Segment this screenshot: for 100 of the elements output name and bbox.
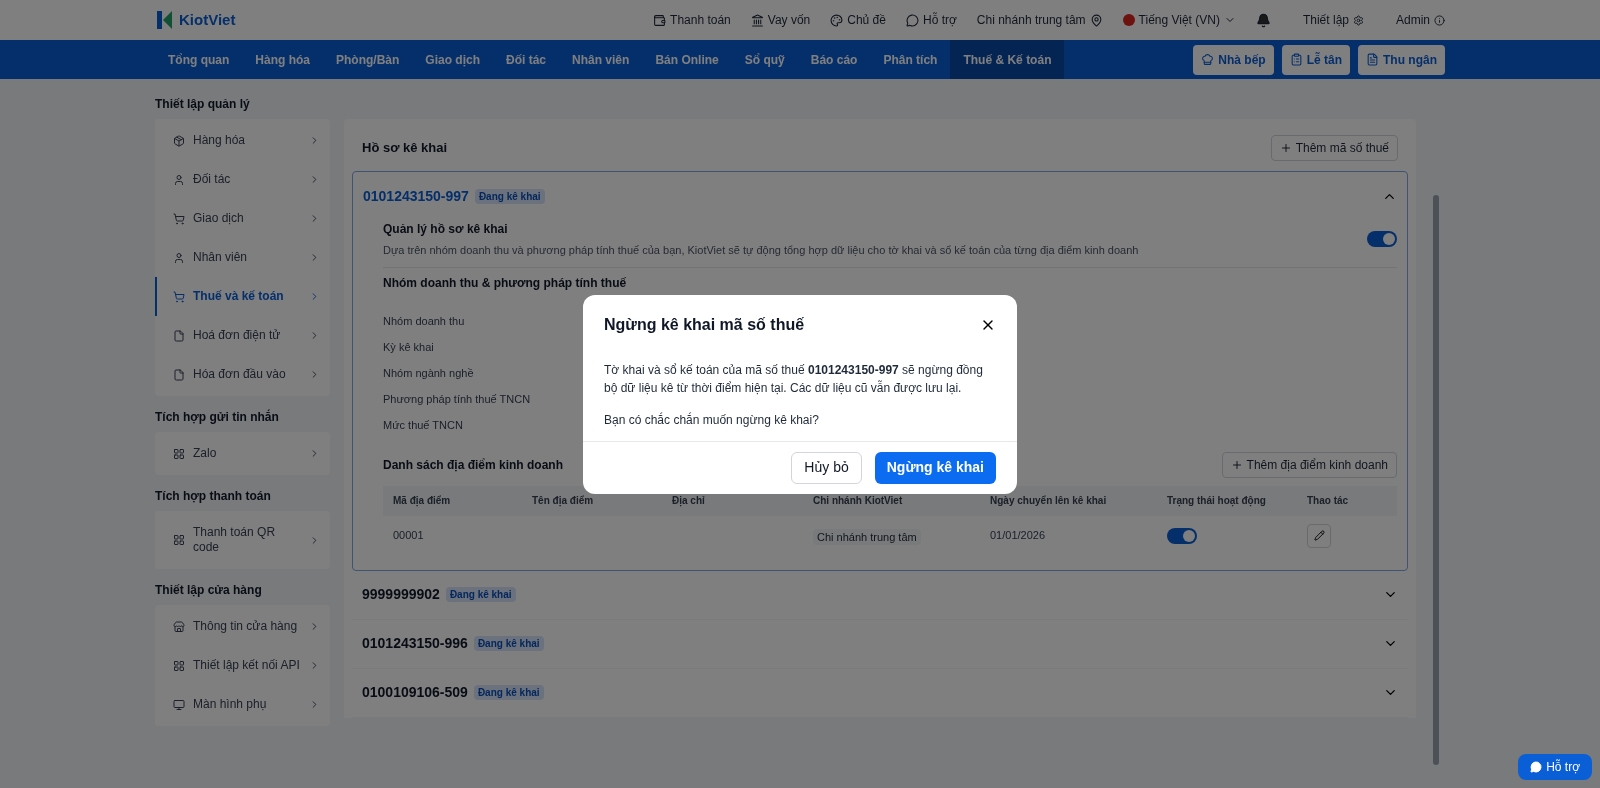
- column-header: Tên địa điểm: [532, 494, 595, 508]
- header-link[interactable]: Hỗ trợ: [905, 11, 957, 29]
- sidebar-item[interactable]: Thông tin cửa hàng: [155, 607, 330, 646]
- toggle-switch[interactable]: [1167, 527, 1197, 544]
- header-link[interactable]: Vay vốn: [750, 11, 811, 29]
- sidebar-item[interactable]: Đối tác: [155, 160, 330, 199]
- nav-tab[interactable]: Báo cáo: [797, 40, 871, 79]
- add-tax-button[interactable]: Thêm mã số thuế: [1270, 135, 1398, 161]
- file-icon: [173, 329, 185, 342]
- grid-icon: [173, 447, 185, 460]
- header-link[interactable]: Thanh toán: [653, 11, 731, 29]
- confirm-button[interactable]: Ngừng kê khai: [874, 451, 996, 484]
- sidebar-section-title: Thiết lập quản lý: [155, 96, 251, 113]
- nav-tab[interactable]: Sổ quỹ: [731, 40, 798, 79]
- dialog-question: Bạn có chắc chắn muốn ngừng kê khai?: [603, 411, 820, 429]
- document-icon: [1366, 53, 1379, 66]
- gear-icon: [1353, 14, 1364, 26]
- flag-icon: [1122, 14, 1135, 26]
- field-label: Phương pháp tính thuế TNCN: [383, 391, 531, 407]
- dialog-title: Ngừng kê khai mã số thuế: [604, 314, 805, 335]
- column-header: Địa chỉ: [672, 494, 706, 508]
- logo-icon: [155, 9, 175, 31]
- tax-code[interactable]: 0100109106-509: [362, 682, 468, 703]
- chat-icon: [905, 13, 919, 27]
- user-icon: [173, 173, 185, 186]
- nav-tab[interactable]: Đối tác: [493, 40, 560, 79]
- logo-text: KiotViet: [179, 9, 236, 30]
- sidebar-item[interactable]: Thiết lập kết nối API: [155, 646, 330, 685]
- status-tag: Đang kê khai: [445, 587, 516, 602]
- column-header: Mã địa điểm: [393, 494, 452, 508]
- branch-name[interactable]: Chi nhánh trung tâm: [976, 11, 1086, 29]
- clipboard-icon: [1289, 53, 1303, 66]
- column-header: Thao tác: [1307, 494, 1350, 508]
- sidebar-item[interactable]: Hóa đơn đầu vào: [155, 355, 330, 394]
- info-icon: [1434, 14, 1445, 26]
- section-title: Quản lý hồ sơ kê khai: [383, 221, 509, 238]
- cart-icon: [173, 290, 185, 303]
- edit-button[interactable]: [1307, 523, 1331, 548]
- box-icon: [173, 134, 185, 147]
- nav-tab[interactable]: Phòng/Bàn: [323, 40, 413, 79]
- field-label: Mức thuế TNCN: [383, 417, 463, 433]
- sidebar-section-title: Tích hợp gửi tin nhắn: [155, 408, 280, 426]
- nav-button[interactable]: Nhà bếp: [1193, 44, 1274, 75]
- sidebar-item[interactable]: Thuế và kế toán: [155, 277, 330, 316]
- help-button[interactable]: Hỗ trợ: [1518, 754, 1592, 780]
- sidebar-item[interactable]: Màn hình phụ: [155, 685, 330, 724]
- tax-code[interactable]: 0101243150-996: [362, 633, 468, 654]
- cart-icon: [173, 212, 185, 225]
- header-link[interactable]: Chủ đề: [830, 11, 886, 29]
- dialog-message: Tờ khai và sổ kế toán của mã số thuế 0101243150-997 sẽ ngừng đồng bộ dữ liệu kê từ thời điểm hiện tại. Các dữ liệu cũ vẫn được lưu lại.: [603, 361, 984, 397]
- file-icon: [173, 368, 185, 381]
- nav-tab[interactable]: Phân tích: [870, 40, 951, 79]
- sidebar-item[interactable]: Hàng hóa: [155, 121, 330, 160]
- tax-code[interactable]: 0101243150-997: [363, 185, 469, 207]
- store-icon: [173, 620, 185, 633]
- language-select[interactable]: Tiếng Việt (VN): [1122, 11, 1236, 29]
- section-title: Danh sách địa điểm kinh doanh: [383, 456, 564, 474]
- nav-tab[interactable]: Hàng hóa: [242, 40, 323, 79]
- nav-tab[interactable]: Bán Online: [642, 40, 732, 79]
- tax-code[interactable]: 9999999902: [362, 584, 440, 605]
- sidebar-item[interactable]: Giao dịch: [155, 199, 330, 238]
- add-location-button[interactable]: Thêm địa điểm kinh doanh: [1221, 451, 1397, 478]
- grid-icon: [173, 534, 185, 546]
- user-icon: [173, 251, 185, 264]
- status-tag: Đang kê khai: [473, 636, 544, 651]
- settings-link[interactable]: Thiết lập: [1302, 11, 1364, 29]
- branch-tag: Chi nhánh trung tâm: [813, 528, 921, 545]
- nav-tab[interactable]: Giao dịch: [412, 40, 493, 79]
- plus-icon: [1279, 142, 1292, 154]
- sidebar-section-title: Tích hợp thanh toán: [155, 488, 272, 505]
- sidebar-section-title: Thiết lập cửa hàng: [155, 582, 263, 599]
- sidebar-item[interactable]: Hoá đơn điện tử: [155, 316, 330, 355]
- wallet-icon: [653, 13, 667, 27]
- section-description: Dựa trên nhóm doanh thu và phương pháp tính thuế của bạn, KiotViet sẽ tự động tổng hợp dữ liệu cho tờ khai và sổ kế toán của từng địa điểm kinh doanh: [383, 243, 1140, 258]
- section-title: Nhóm doanh thu & phương pháp tính thuế: [383, 274, 628, 292]
- status-tag: Đang kê khai: [473, 685, 544, 700]
- bell-icon[interactable]: [1255, 12, 1271, 28]
- chevron-right-icon: [309, 252, 320, 263]
- chef-hat-icon: [1201, 53, 1215, 66]
- table-cell-text: 01/01/2026: [990, 528, 1047, 544]
- status-tag: Đang kê khai: [474, 188, 545, 204]
- sidebar-item[interactable]: Thanh toán QR code: [155, 513, 330, 567]
- palette-icon: [830, 13, 844, 27]
- nav-tab[interactable]: Tổng quan: [155, 40, 243, 79]
- user-menu[interactable]: Admin: [1396, 11, 1445, 29]
- bank-icon: [750, 13, 764, 27]
- field-label: Nhóm ngành nghề: [383, 365, 474, 381]
- nav-tab[interactable]: Nhân viên: [559, 40, 643, 79]
- column-header: Ngày chuyển lên kê khai: [990, 494, 1108, 508]
- panel-title: Hồ sơ kê khai: [362, 139, 448, 158]
- nav-button[interactable]: Lễ tân: [1281, 44, 1350, 75]
- pencil-icon: [1313, 530, 1325, 541]
- nav-button[interactable]: Thu ngân: [1358, 44, 1445, 75]
- sidebar-item[interactable]: Nhân viên: [155, 238, 330, 277]
- toggle-switch[interactable]: [1367, 231, 1397, 248]
- sidebar-item[interactable]: Zalo: [155, 434, 330, 473]
- cancel-button[interactable]: Hủy bỏ: [791, 451, 862, 484]
- monitor-icon: [173, 698, 185, 711]
- nav-tab[interactable]: Thuế & Kế toán: [950, 40, 1065, 79]
- plus-icon: [1230, 458, 1243, 471]
